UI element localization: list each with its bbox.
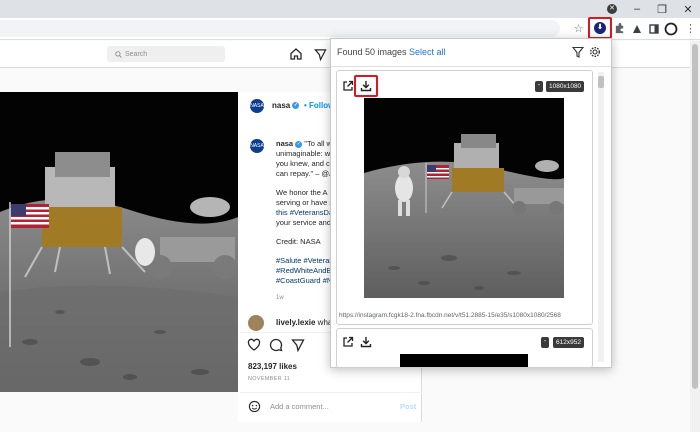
page-scrollbar-thumb[interactable] [692, 44, 698, 389]
paragraph-line-4: your service and [276, 218, 332, 227]
comment-bubble-icon[interactable] [269, 338, 283, 357]
card-1-options-button[interactable]: - [535, 81, 543, 92]
popup-scrollbar[interactable] [598, 72, 604, 362]
caption-avatar[interactable]: NASA [250, 139, 264, 153]
browser-window: ✕ – ❐ ✕ ☆ ⬇ ⋮ Search NASA nasa ✓ • Follo… [0, 0, 700, 432]
search-input[interactable]: Search [107, 46, 225, 62]
title-bar [0, 0, 700, 18]
verified-badge-icon: ✓ [292, 102, 300, 110]
address-bar[interactable] [0, 20, 560, 37]
profile-flask-icon[interactable] [628, 20, 645, 37]
direct-message-icon[interactable] [311, 45, 329, 63]
commenter-avatar[interactable] [248, 315, 264, 331]
post-comment-button[interactable]: Post [400, 402, 416, 411]
image-2-dimensions: 612x952 [553, 337, 584, 348]
verified-badge-icon: ✓ [295, 140, 303, 148]
search-icon [115, 50, 122, 58]
star-icon[interactable]: ☆ [570, 20, 587, 37]
close-window-button[interactable]: ✕ [677, 1, 699, 17]
paragraph-line-1: We honor the A [276, 188, 328, 197]
image-2-thumbnail[interactable] [400, 354, 528, 367]
minimize-button[interactable]: – [626, 1, 648, 17]
post-header-username[interactable]: nasa ✓ [272, 101, 300, 110]
select-all-link[interactable]: Select all [409, 47, 446, 57]
paragraph-line-2: serving or have s [276, 198, 334, 207]
caption-line-2: unimaginable: w [276, 149, 331, 158]
share-icon[interactable] [291, 338, 305, 357]
puzzle-icon[interactable] [611, 20, 628, 37]
paragraph-line-3[interactable]: this #VeteransDa [276, 208, 333, 217]
open-in-new-tab-icon[interactable] [342, 79, 354, 97]
download-icon[interactable] [360, 79, 372, 97]
nasa-avatar[interactable]: NASA [250, 99, 264, 113]
caption-line-4: can repay." – @A [276, 169, 335, 178]
open-in-new-tab-icon-2[interactable] [342, 335, 354, 353]
image-1-url[interactable]: https://instagram.fcgk18-2.fna.fbcdn.net… [339, 312, 591, 319]
like-heart-icon[interactable] [247, 338, 261, 357]
popup-scrollbar-thumb[interactable] [598, 76, 604, 88]
hashtag-line-3[interactable]: #CoastGuard #N [276, 276, 332, 285]
popup-title: Found 50 images [337, 47, 407, 57]
home-icon[interactable] [287, 45, 305, 63]
caption-line-1: nasa ✓ "To all w [276, 139, 332, 148]
commenter-username[interactable]: lively.lexie [276, 318, 315, 327]
hashtag-line-1[interactable]: #Salute #Veterai [276, 256, 331, 265]
settings-gear-icon[interactable] [589, 45, 601, 63]
post-image[interactable] [0, 92, 238, 392]
sidebar-icon[interactable] [645, 20, 662, 37]
tab-close-icon[interactable]: ✕ [607, 4, 617, 14]
hashtag-line-2[interactable]: #RedWhiteAndB [276, 266, 331, 275]
restore-button[interactable]: ❐ [651, 1, 673, 17]
likes-count[interactable]: 823,197 likes [248, 362, 297, 371]
search-placeholder: Search [125, 50, 148, 58]
extension-image-downloader-icon[interactable]: ⬇ [594, 22, 606, 34]
caption-line-3: you knew, and c [276, 159, 330, 168]
comment-line: lively.lexie what [276, 318, 335, 327]
image-1-thumbnail[interactable] [364, 98, 564, 298]
comment-divider [240, 392, 422, 393]
image-1-dimensions: 1080x1080 [546, 81, 585, 92]
emoji-icon[interactable] [248, 400, 261, 418]
profile-circle-icon[interactable] [662, 20, 679, 37]
menu-dots-icon[interactable]: ⋮ [682, 20, 699, 37]
filter-icon[interactable] [571, 45, 585, 63]
card-2-options-button[interactable]: - [541, 337, 549, 348]
download-icon-2[interactable] [360, 335, 372, 353]
post-date: NOVEMBER 11 [248, 376, 291, 382]
add-comment-input[interactable]: Add a comment... [270, 402, 329, 411]
credit-line: Credit: NASA [276, 237, 321, 246]
time-ago: 1w [276, 295, 284, 301]
